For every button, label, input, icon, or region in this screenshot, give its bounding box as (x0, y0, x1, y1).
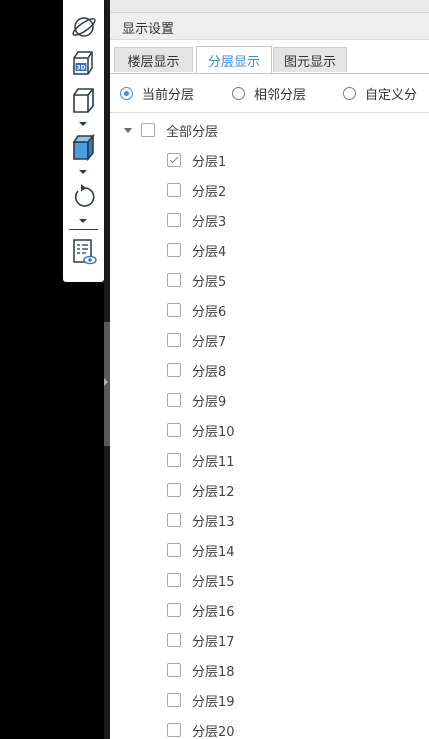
layer-checkbox[interactable] (167, 483, 181, 497)
layer-label: 分层13 (192, 514, 235, 530)
layer-checkbox[interactable] (167, 363, 181, 377)
layer-list-item[interactable]: 分层20 (167, 719, 235, 739)
checkbox-all-layers[interactable] (141, 123, 155, 137)
layer-list-item[interactable]: 分层6 (167, 299, 226, 321)
layer-checkbox[interactable] (167, 243, 181, 257)
3d-view-button[interactable]: 3D (63, 48, 104, 78)
cube-filled-icon (72, 133, 95, 161)
tree-node-label: 全部分层 (166, 124, 219, 140)
wireframe-view-button[interactable] (63, 84, 104, 116)
layer-label: 分层7 (192, 334, 227, 350)
layer-list-item[interactable]: 分层7 (167, 329, 226, 351)
layer-checkbox[interactable] (167, 423, 181, 437)
collapse-arrow-icon[interactable] (104, 378, 108, 386)
3d-view-icon: 3D (72, 51, 93, 75)
layer-checkbox[interactable] (167, 693, 181, 707)
layer-list-item[interactable]: 分层13 (167, 509, 235, 531)
layer-checkbox[interactable] (167, 213, 181, 227)
layer-list-item[interactable]: 分层18 (167, 659, 235, 681)
cube-outline-icon (72, 88, 94, 113)
layer-label: 分层14 (192, 544, 235, 560)
layer-label: 分层5 (192, 274, 227, 290)
layer-label: 分层15 (192, 574, 235, 590)
layer-tree: 全部分层 分层1 分层2 分层3 分层4 分层5 分层6 分层7 分层8 分层9 分层10 分层11… (110, 0, 429, 739)
layer-checkbox[interactable] (167, 723, 181, 737)
layer-list-item[interactable]: 分层17 (167, 629, 235, 651)
layer-checkbox[interactable] (167, 333, 181, 347)
layer-label: 分层4 (192, 244, 227, 260)
layer-checkbox[interactable] (167, 573, 181, 587)
layer-label: 分层9 (192, 394, 227, 410)
expand-collapse-icon[interactable] (124, 127, 132, 133)
display-settings-panel: 显示设置 楼层显示 分层显示 图元显示 当前分层 相邻分层 自定义分 全部分层 … (110, 0, 429, 739)
layer-list-item[interactable]: 分层12 (167, 479, 235, 501)
layer-checkbox[interactable] (167, 453, 181, 467)
layer-label: 分层19 (192, 694, 235, 710)
layer-list-item[interactable]: 分层11 (167, 449, 235, 471)
layer-list-item[interactable]: 分层14 (167, 539, 235, 561)
rotate-icon (74, 184, 94, 207)
layer-list-item[interactable]: 分层1 (167, 149, 226, 171)
3d-icon-text: 3D (76, 65, 85, 72)
layer-checkbox[interactable] (167, 183, 181, 197)
layer-checkbox[interactable] (167, 543, 181, 557)
display-settings-button[interactable] (63, 235, 104, 269)
layer-label: 分层6 (192, 304, 227, 320)
layer-checkbox[interactable] (167, 393, 181, 407)
layer-label: 分层3 (192, 214, 227, 230)
layer-label: 分层16 (192, 604, 235, 620)
layer-list-item[interactable]: 分层9 (167, 389, 226, 411)
shade-mode-dropdown-caret[interactable] (79, 170, 87, 174)
layer-list-item[interactable]: 分层10 (167, 419, 235, 441)
shaded-view-button[interactable] (63, 132, 104, 162)
layer-list-item[interactable]: 分层19 (167, 689, 235, 711)
layer-list-item[interactable]: 分层3 (167, 209, 226, 231)
layer-checkbox[interactable] (167, 513, 181, 527)
layer-checkbox[interactable] (167, 633, 181, 647)
layer-label: 分层10 (192, 424, 235, 440)
layer-list-item[interactable]: 分层16 (167, 599, 235, 621)
toolbar-divider (69, 229, 98, 230)
layer-checkbox[interactable] (167, 663, 181, 677)
layer-label: 分层18 (192, 664, 235, 680)
layer-list-item[interactable]: 分层5 (167, 269, 226, 291)
rotate-dropdown-caret[interactable] (79, 219, 87, 223)
orbit-button[interactable] (63, 14, 104, 40)
layer-checkbox[interactable] (167, 273, 181, 287)
layer-checkbox[interactable] (167, 303, 181, 317)
layer-label: 分层12 (192, 484, 235, 500)
rotate-button[interactable] (63, 180, 104, 212)
layer-list-item[interactable]: 分层4 (167, 239, 226, 261)
layer-label: 分层11 (192, 454, 235, 470)
display-settings-icon (72, 239, 97, 265)
orbit-icon (71, 17, 96, 37)
layer-label: 分层17 (192, 634, 235, 650)
layer-label: 分层20 (192, 724, 235, 739)
layer-label: 分层2 (192, 184, 227, 200)
layer-list-item[interactable]: 分层2 (167, 179, 226, 201)
app-window: 3D 显示设置 楼层显示 分层显示 图元显示 当前分层 相邻分层 自定义分 全部… (0, 0, 429, 739)
view-toolbar: 3D (63, 0, 104, 282)
layer-list-item[interactable]: 分层15 (167, 569, 235, 591)
layer-checkbox[interactable] (167, 603, 181, 617)
view-mode-dropdown-caret[interactable] (79, 122, 87, 126)
tree-node-all-layers[interactable]: 全部分层 (124, 119, 218, 141)
layer-label: 分层1 (192, 154, 227, 170)
layer-list-item[interactable]: 分层8 (167, 359, 226, 381)
layer-label: 分层8 (192, 364, 227, 380)
layer-checkbox-checked[interactable] (167, 153, 181, 167)
